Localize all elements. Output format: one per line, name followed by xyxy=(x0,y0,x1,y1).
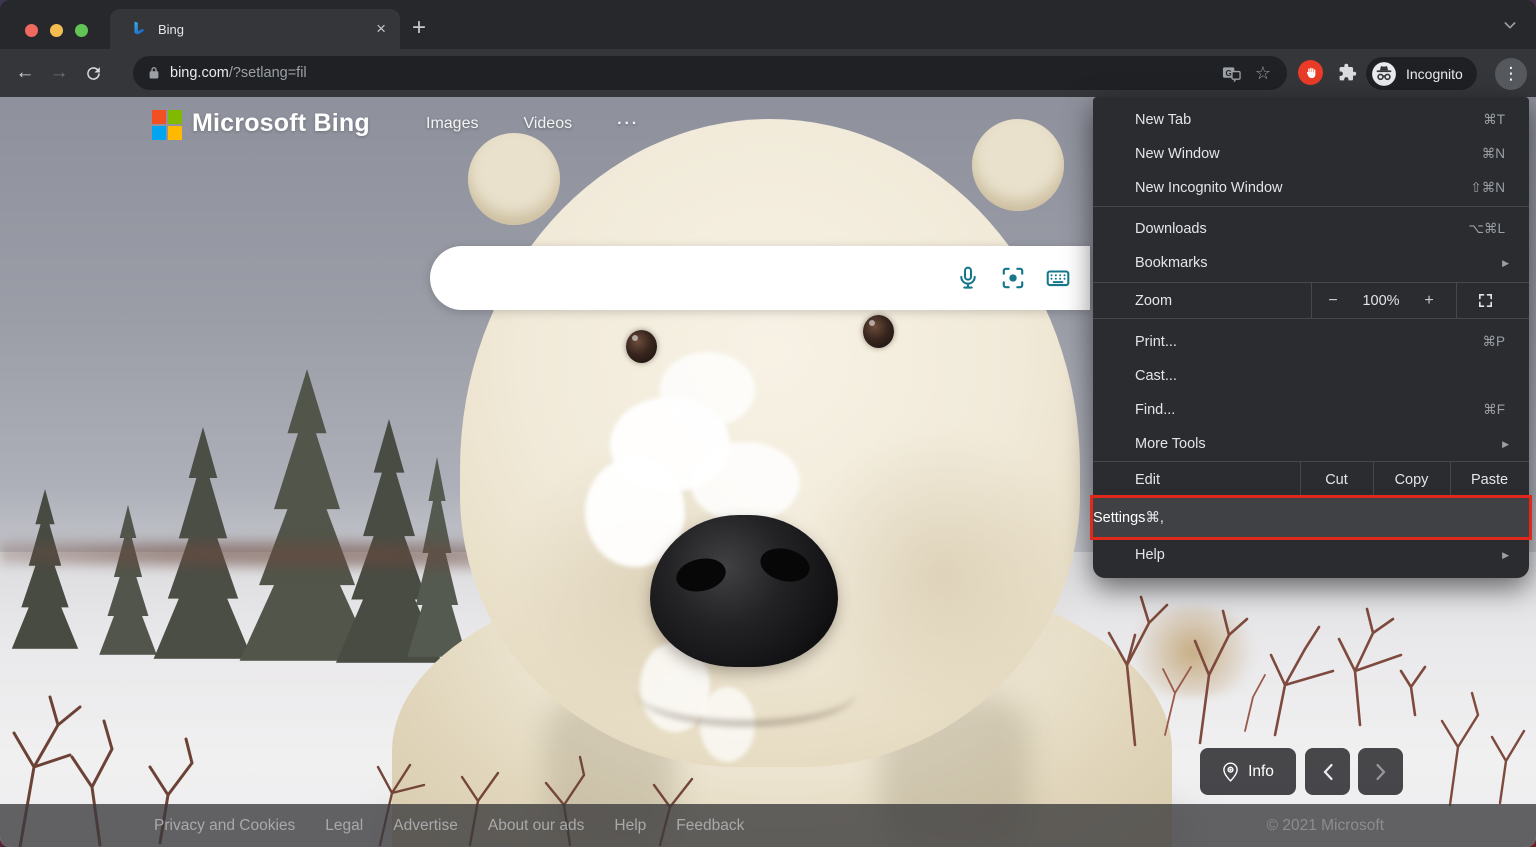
reload-icon xyxy=(84,64,103,83)
edit-paste-button[interactable]: Paste xyxy=(1450,462,1529,497)
url-text: bing.com/?setlang=fil xyxy=(170,65,1222,81)
bear-nose xyxy=(650,515,838,667)
menu-item-new-incognito-window[interactable]: New Incognito Window ⇧⌘N xyxy=(1093,171,1529,205)
shortcut: ⇧⌘N xyxy=(1470,180,1505,196)
info-button[interactable]: Info xyxy=(1200,748,1296,795)
microphone-icon[interactable] xyxy=(955,265,981,291)
chevron-down-icon[interactable] xyxy=(1502,17,1518,33)
hand-icon xyxy=(1304,66,1318,80)
menu-item-cast[interactable]: Cast... xyxy=(1093,359,1529,393)
tab-title: Bing xyxy=(158,22,376,37)
bing-wordmark[interactable]: Microsoft Bing xyxy=(192,109,370,138)
zoom-window-button[interactable] xyxy=(75,24,88,37)
chrome-menu: New Tab ⌘T New Window ⌘N New Incognito W… xyxy=(1093,97,1529,578)
visual-search-icon[interactable] xyxy=(1000,265,1026,291)
address-bar[interactable]: bing.com/?setlang=fil G ☆ xyxy=(133,56,1287,90)
bing-footer: Privacy and Cookies Legal Advertise Abou… xyxy=(0,804,1536,847)
copyright-text: © 2021 Microsoft xyxy=(1267,817,1384,835)
microsoft-logo-icon[interactable] xyxy=(152,110,182,140)
shortcut: ⌘N xyxy=(1482,146,1505,162)
bear-eye xyxy=(626,330,657,363)
chevron-right-icon xyxy=(1374,763,1388,781)
translate-icon[interactable]: G xyxy=(1222,64,1241,83)
shortcut: ⌘T xyxy=(1483,112,1505,128)
menu-item-help[interactable]: Help ▶ xyxy=(1093,538,1529,572)
minimize-window-button[interactable] xyxy=(50,24,63,37)
reload-button[interactable] xyxy=(76,64,110,83)
edit-cut-button[interactable]: Cut xyxy=(1300,462,1373,497)
edit-copy-button[interactable]: Copy xyxy=(1373,462,1450,497)
keyboard-icon[interactable] xyxy=(1045,265,1071,291)
browser-window: Bing × + ← → bing.com/?setlang=fil G ☆ xyxy=(0,0,1536,847)
incognito-label: Incognito xyxy=(1406,66,1463,82)
svg-text:G: G xyxy=(1225,68,1231,77)
bookmark-star-icon[interactable]: ☆ xyxy=(1255,63,1271,84)
previous-image-button[interactable] xyxy=(1305,748,1350,795)
bing-favicon-icon xyxy=(130,20,148,38)
footer-links: Privacy and Cookies Legal Advertise Abou… xyxy=(154,817,744,835)
menu-item-more-tools[interactable]: More Tools ▶ xyxy=(1093,427,1529,461)
footer-link-help[interactable]: Help xyxy=(614,817,646,835)
menu-item-edit: Edit Cut Copy Paste xyxy=(1093,462,1529,497)
next-image-button[interactable] xyxy=(1358,748,1403,795)
shortcut: ⌥⌘L xyxy=(1468,221,1505,237)
close-window-button[interactable] xyxy=(25,24,38,37)
menu-item-new-window[interactable]: New Window ⌘N xyxy=(1093,137,1529,171)
settings-highlight-annotation xyxy=(1090,495,1532,540)
menu-item-find[interactable]: Find... ⌘F xyxy=(1093,393,1529,427)
info-label: Info xyxy=(1248,763,1274,781)
nav-images[interactable]: Images xyxy=(426,115,478,133)
lock-icon[interactable] xyxy=(147,66,161,80)
menu-item-print[interactable]: Print... ⌘P xyxy=(1093,325,1529,359)
location-pin-icon xyxy=(1222,762,1239,782)
submenu-arrow-icon: ▶ xyxy=(1502,439,1509,450)
tab-strip: Bing × + xyxy=(0,0,1536,49)
fullscreen-icon xyxy=(1477,292,1494,309)
bing-nav: Images Videos ··· xyxy=(426,115,639,133)
shortcut: ⌘F xyxy=(1483,402,1505,418)
incognito-badge: Incognito xyxy=(1366,57,1477,90)
menu-item-new-tab[interactable]: New Tab ⌘T xyxy=(1093,103,1529,137)
extensions-puzzle-icon[interactable] xyxy=(1338,63,1357,82)
footer-link-advertise[interactable]: Advertise xyxy=(393,817,458,835)
footer-link-privacy[interactable]: Privacy and Cookies xyxy=(154,817,295,835)
fullscreen-button[interactable] xyxy=(1477,292,1494,313)
zoom-out-button[interactable]: − xyxy=(1321,292,1345,310)
new-tab-button[interactable]: + xyxy=(412,14,426,42)
url-host: bing.com xyxy=(170,65,229,81)
url-path: /?setlang=fil xyxy=(229,65,307,81)
chrome-menu-button[interactable]: ⋮ xyxy=(1495,58,1527,90)
menu-item-zoom: Zoom − 100% + xyxy=(1093,282,1529,319)
footer-link-legal[interactable]: Legal xyxy=(325,817,363,835)
blocker-extension-icon[interactable] xyxy=(1298,60,1323,85)
photo-twigs xyxy=(1420,677,1536,807)
nav-more-icon[interactable]: ··· xyxy=(617,115,639,133)
forward-button[interactable]: → xyxy=(42,62,76,84)
menu-item-downloads[interactable]: Downloads ⌥⌘L xyxy=(1093,212,1529,246)
back-button[interactable]: ← xyxy=(8,62,42,84)
footer-link-feedback[interactable]: Feedback xyxy=(676,817,744,835)
tab-close-icon[interactable]: × xyxy=(376,19,386,39)
zoom-level-value: 100% xyxy=(1355,293,1407,309)
toolbar: ← → bing.com/?setlang=fil G ☆ Incognito xyxy=(0,49,1536,97)
shortcut: ⌘P xyxy=(1482,334,1505,350)
submenu-arrow-icon: ▶ xyxy=(1502,258,1509,269)
incognito-icon xyxy=(1371,61,1397,87)
zoom-in-button[interactable]: + xyxy=(1417,292,1441,310)
footer-link-about-ads[interactable]: About our ads xyxy=(488,817,585,835)
bear-eye xyxy=(863,315,894,348)
photo-twigs xyxy=(1105,575,1435,755)
submenu-arrow-icon: ▶ xyxy=(1502,550,1509,561)
nav-videos[interactable]: Videos xyxy=(523,115,572,133)
menu-item-bookmarks[interactable]: Bookmarks ▶ xyxy=(1093,246,1529,280)
search-input[interactable] xyxy=(430,246,1090,310)
chevron-left-icon xyxy=(1321,763,1335,781)
tab-bing[interactable]: Bing × xyxy=(110,9,400,49)
